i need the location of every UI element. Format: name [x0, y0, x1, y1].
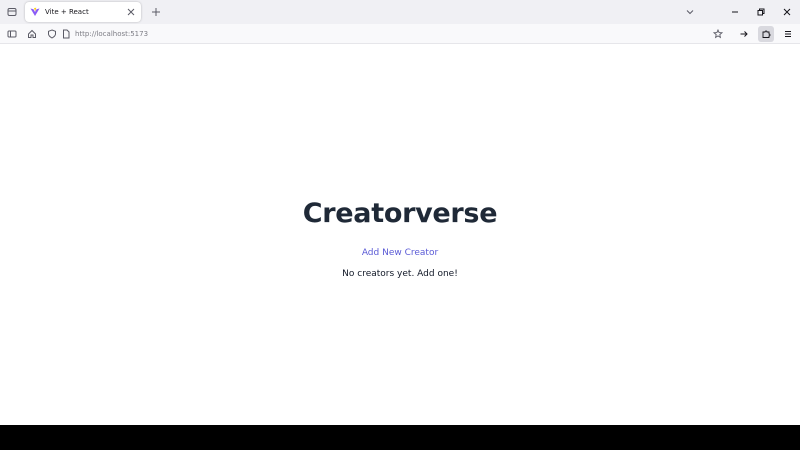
- tab-list-icon: [7, 7, 17, 17]
- page-icon[interactable]: [61, 29, 71, 39]
- page-title: Creatorverse: [302, 198, 498, 229]
- navigation-bar: http://localhost:5173: [0, 24, 800, 44]
- minimize-button[interactable]: [722, 0, 748, 24]
- star-icon: [713, 29, 723, 39]
- url-text[interactable]: http://localhost:5173: [75, 30, 148, 38]
- plus-icon: [151, 7, 161, 17]
- minimize-icon: [730, 7, 740, 17]
- add-new-creator-link[interactable]: Add New Creator: [0, 248, 800, 258]
- close-window-button[interactable]: [774, 0, 800, 24]
- arrow-right-icon: [739, 29, 749, 39]
- url-bar[interactable]: http://localhost:5173: [44, 26, 716, 42]
- close-icon: [782, 7, 792, 17]
- sidebar-button[interactable]: [4, 26, 20, 42]
- chevron-down-icon: [685, 7, 695, 17]
- url-scheme: http://: [75, 30, 97, 38]
- extension-icon: [761, 29, 771, 39]
- hamburger-menu-icon: [783, 29, 793, 39]
- tab-list-button[interactable]: [3, 3, 21, 21]
- tab-strip: Vite + React: [0, 0, 800, 24]
- maximize-button[interactable]: [748, 0, 774, 24]
- home-button[interactable]: [24, 26, 40, 42]
- extension-button[interactable]: [758, 26, 774, 42]
- tab-title: Vite + React: [45, 8, 89, 16]
- bottom-bar: [0, 425, 800, 450]
- home-icon: [27, 29, 37, 39]
- close-icon[interactable]: [126, 7, 136, 17]
- bookmark-button[interactable]: [710, 26, 726, 42]
- app-menu-button[interactable]: [780, 26, 796, 42]
- sidebar-icon: [7, 29, 17, 39]
- browser-tab[interactable]: Vite + React: [25, 2, 141, 22]
- restore-icon: [756, 7, 766, 17]
- list-all-tabs-button[interactable]: [682, 4, 698, 20]
- forward-button[interactable]: [736, 26, 752, 42]
- new-tab-button[interactable]: [149, 5, 163, 19]
- shield-icon[interactable]: [47, 29, 57, 39]
- page-content: Creatorverse Add New Creator No creators…: [0, 45, 800, 425]
- url-port: :5173: [127, 30, 149, 38]
- empty-state-message: No creators yet. Add one!: [342, 269, 458, 279]
- url-host: localhost: [96, 30, 128, 38]
- vite-logo-icon: [30, 7, 40, 17]
